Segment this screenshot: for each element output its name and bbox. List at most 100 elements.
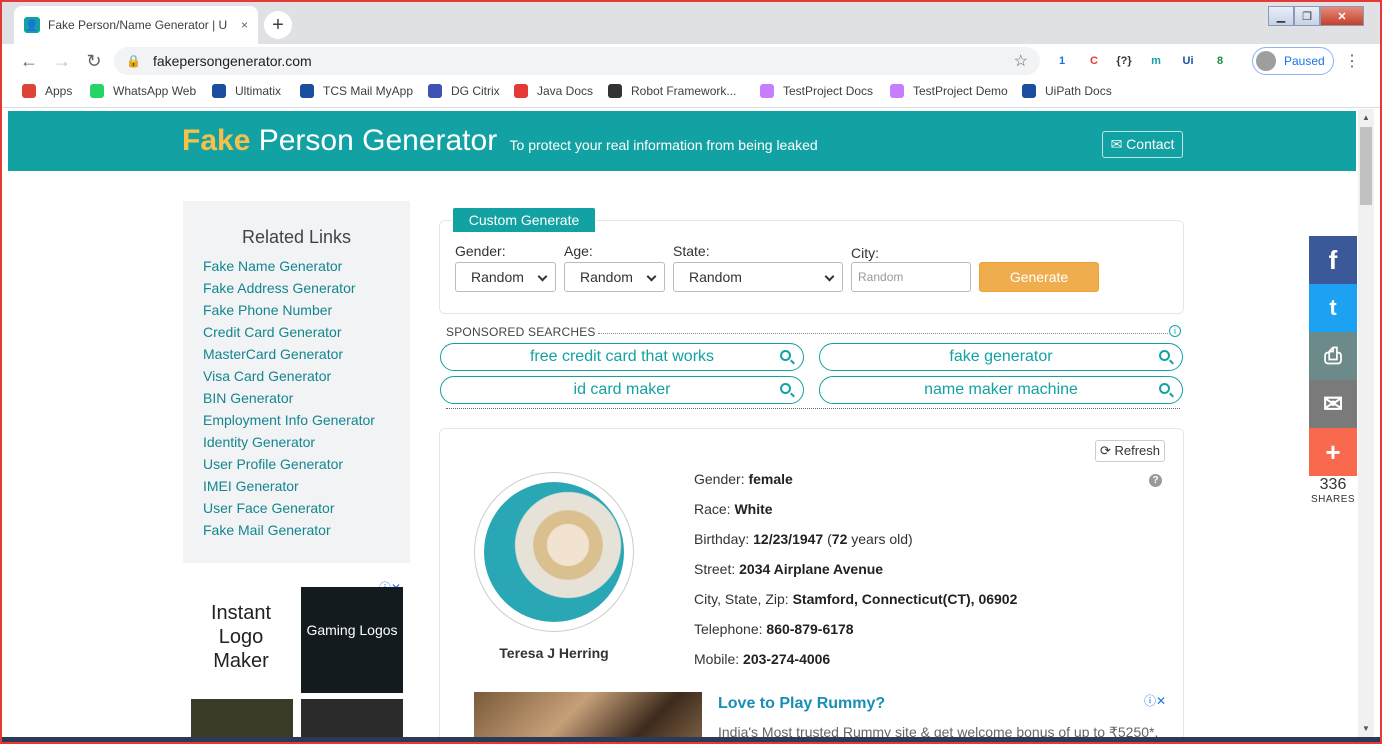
bookmark-label: Robot Framework... — [631, 84, 737, 98]
related-link[interactable]: User Profile Generator — [203, 453, 410, 475]
age-select[interactable]: Random — [564, 262, 665, 292]
extension-json-icon[interactable]: {?} — [1114, 51, 1134, 71]
bookmark-item[interactable]: DG Citrix — [428, 84, 500, 98]
city-input[interactable]: Random — [851, 262, 971, 292]
bookmark-item[interactable]: TestProject Docs — [760, 84, 873, 98]
related-link[interactable]: Fake Phone Number — [203, 299, 410, 321]
generate-button[interactable]: Generate — [979, 262, 1099, 292]
related-link[interactable]: Visa Card Generator — [203, 365, 410, 387]
reload-icon[interactable]: ↻ — [81, 48, 107, 74]
forward-icon[interactable]: → — [49, 48, 75, 74]
sponsored-search-1[interactable]: free credit card that works — [440, 343, 804, 371]
bookmark-star-icon[interactable]: ☆ — [1014, 51, 1028, 71]
minimize-button[interactable]: ▁ — [1268, 6, 1294, 26]
address-bar[interactable]: 🔒 fakepersongenerator.com ☆ — [114, 47, 1040, 75]
maximize-button[interactable]: ❐ — [1294, 6, 1320, 26]
new-tab-button[interactable]: + — [264, 11, 292, 39]
custom-generate-tab[interactable]: Custom Generate — [453, 208, 595, 232]
related-link[interactable]: Identity Generator — [203, 431, 410, 453]
facebook-share-icon[interactable]: f — [1309, 236, 1357, 284]
extension-ui-icon[interactable]: Ui — [1178, 51, 1198, 71]
ad-image[interactable] — [474, 692, 702, 737]
ad-info-icon[interactable]: ⓘ✕ — [1144, 692, 1166, 709]
contact-button[interactable]: ✉ Contact — [1102, 131, 1183, 158]
ad-headline[interactable]: Love to Play Rummy? — [718, 695, 885, 713]
gender-label: Gender: — [455, 243, 506, 259]
person-details: Gender: female Race: White Birthday: 12/… — [694, 471, 1017, 681]
related-link[interactable]: Credit Card Generator — [203, 321, 410, 343]
bookmark-label: Ultimatix — [235, 84, 282, 98]
print-share-icon[interactable]: ⎙ — [1309, 332, 1357, 380]
ad-tile-gaming-logos[interactable]: Gaming Logos — [301, 587, 403, 693]
related-link[interactable]: BIN Generator — [203, 387, 410, 409]
info-icon[interactable]: i — [1169, 325, 1181, 337]
search-icon — [1159, 383, 1170, 394]
bookmark-item[interactable]: Robot Framework... — [608, 84, 736, 98]
related-link[interactable]: Fake Name Generator — [203, 255, 410, 277]
ad-tile-logo-maker[interactable]: Instant Logo Maker — [191, 589, 291, 693]
avatar — [1256, 51, 1276, 71]
bookmark-icon — [22, 84, 36, 98]
gender-select[interactable]: Random — [455, 262, 556, 292]
browser-toolbar: ← → ↻ 🔒 fakepersongenerator.com ☆ 1 C {?} m… — [0, 44, 1382, 78]
extension-c-icon[interactable]: C — [1084, 51, 1104, 71]
lock-icon[interactable]: 🔒 — [126, 54, 141, 68]
bookmark-item[interactable]: Java Docs — [514, 84, 593, 98]
help-icon[interactable]: ? — [1149, 474, 1162, 487]
tab-close-icon[interactable]: × — [241, 18, 248, 32]
related-link[interactable]: MasterCard Generator — [203, 343, 410, 365]
ad-text[interactable]: India's Most trusted Rummy site & get we… — [718, 724, 1158, 737]
related-links-title: Related Links — [241, 227, 352, 247]
scroll-up-icon[interactable]: ▲ — [1362, 113, 1370, 122]
sidebar-ad[interactable]: ⓘ✕ Instant Logo Maker Gaming Logos — [183, 579, 410, 737]
bookmarks-bar: Apps WhatsApp Web Ultimatix TCS Mail MyApp D… — [0, 78, 1382, 108]
extension-m-icon[interactable]: m — [1146, 51, 1166, 71]
bookmark-item[interactable]: UiPath Docs — [1022, 84, 1112, 98]
site-logo[interactable]: Fake Person Generator To protect your re… — [182, 124, 818, 158]
bookmark-item[interactable]: WhatsApp Web — [90, 84, 196, 98]
extension-shield-8-icon[interactable]: 8 — [1210, 51, 1230, 71]
profile-status: Paused — [1284, 54, 1325, 68]
profile-button[interactable]: Paused — [1252, 47, 1334, 75]
related-link[interactable]: Fake Mail Generator — [203, 519, 410, 541]
city-state-zip-row: City, State, Zip: Stamford, Connecticut(… — [694, 591, 1018, 607]
sponsored-search-2[interactable]: fake generator — [819, 343, 1183, 371]
refresh-button[interactable]: ⟳ Refresh — [1095, 440, 1165, 462]
extension-badge-1-icon[interactable]: 1 — [1052, 51, 1072, 71]
tagline: To protect your real information from be… — [509, 137, 818, 153]
twitter-share-icon[interactable]: t — [1309, 284, 1357, 332]
window-controls: ▁ ❐ ✕ — [1268, 6, 1364, 26]
bookmark-item[interactable]: TCS Mail MyApp — [300, 84, 413, 98]
scroll-thumb[interactable] — [1360, 127, 1372, 205]
bookmark-icon — [212, 84, 226, 98]
browser-tab[interactable]: 👤 Fake Person/Name Generator | U × — [14, 6, 258, 44]
os-taskbar — [0, 737, 1382, 744]
bookmark-item[interactable]: TestProject Demo — [890, 84, 1008, 98]
person-name: Teresa J Herring — [499, 645, 609, 661]
related-link[interactable]: Fake Address Generator — [203, 277, 410, 299]
bookmark-label: DG Citrix — [451, 84, 500, 98]
close-window-button[interactable]: ✕ — [1320, 6, 1364, 26]
gender-row: Gender: female — [694, 471, 793, 487]
bookmark-item[interactable]: Ultimatix — [212, 84, 281, 98]
related-link[interactable]: User Face Generator — [203, 497, 410, 519]
bookmark-item[interactable]: Apps — [22, 84, 72, 98]
ad-tile-image[interactable] — [301, 699, 403, 737]
scroll-down-icon[interactable]: ▼ — [1362, 724, 1370, 733]
search-icon — [780, 350, 791, 361]
related-link[interactable]: Employment Info Generator — [203, 409, 410, 431]
bookmark-icon — [90, 84, 104, 98]
more-share-icon[interactable]: + — [1309, 428, 1357, 476]
sponsored-search-4[interactable]: name maker machine — [819, 376, 1183, 404]
related-link[interactable]: IMEI Generator — [203, 475, 410, 497]
sponsored-search-3[interactable]: id card maker — [440, 376, 804, 404]
ad-tile-image[interactable] — [191, 699, 293, 737]
rummy-ad[interactable]: Love to Play Rummy? India's Most trusted… — [474, 692, 1174, 737]
page-scrollbar[interactable]: ▲ ▼ — [1358, 109, 1374, 737]
bookmark-icon — [428, 84, 442, 98]
state-select[interactable]: Random — [673, 262, 843, 292]
email-share-icon[interactable]: ✉ — [1309, 380, 1357, 428]
url-text[interactable]: fakepersongenerator.com — [153, 53, 1014, 69]
back-icon[interactable]: ← — [16, 48, 42, 74]
menu-kebab-icon[interactable]: ⋮ — [1344, 51, 1360, 71]
